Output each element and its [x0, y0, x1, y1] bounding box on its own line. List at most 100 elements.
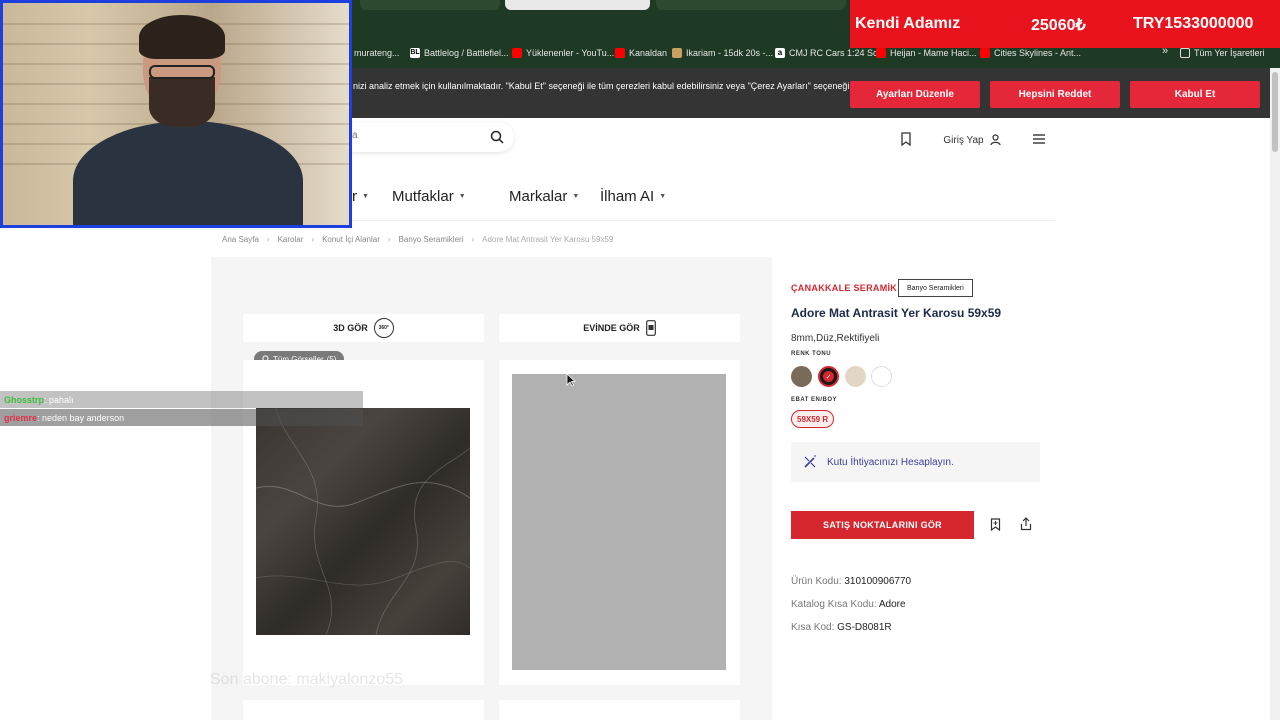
- check-icon: ✓: [823, 371, 834, 382]
- tile-image-dark[interactable]: [256, 408, 470, 635]
- menu-icon[interactable]: [1032, 133, 1046, 145]
- bookmark-item[interactable]: Yüklenenler - YouTu...: [512, 48, 614, 58]
- gallery-card[interactable]: [243, 700, 484, 720]
- scrollbar-thumb[interactable]: [1272, 72, 1278, 152]
- chat-text: : pahalı: [44, 394, 74, 405]
- cursor-arrow-icon: [566, 373, 576, 387]
- product-title: Adore Mat Antrasit Yer Karosu 59x59: [791, 306, 1002, 320]
- bookmark-label: Kanaldan: [629, 48, 668, 58]
- size-label: EBAT EN/BOY: [791, 397, 838, 403]
- product-code-row: Ürün Kodu: 310100906770: [791, 576, 911, 587]
- last-subscriber-watermark: Son abone: makiyalonzo55: [210, 671, 404, 688]
- webcam-overlay: [0, 0, 352, 228]
- box-calculator-button[interactable]: Kutu İhtiyacınızı Hesaplayın.: [791, 442, 1040, 482]
- bookmark-icon[interactable]: [900, 132, 912, 146]
- category-badge[interactable]: Banyo Seramikleri: [898, 279, 973, 297]
- all-bookmarks-folder[interactable]: Tüm Yer İşaretleri: [1180, 48, 1265, 58]
- cookie-settings-button[interactable]: Ayarları Düzenle: [850, 81, 980, 108]
- search-box: [340, 122, 514, 152]
- rotate-360-icon: 360°: [373, 318, 394, 338]
- breadcrumb-item[interactable]: Ana Sayfa: [222, 235, 259, 244]
- color-swatch-beige[interactable]: [845, 366, 866, 387]
- view-at-home-button[interactable]: EVİNDE GÖR: [499, 314, 740, 342]
- catalog-code-value: Adore: [878, 599, 906, 610]
- youtube-icon: [876, 48, 886, 58]
- breadcrumb-item[interactable]: Karolar: [278, 235, 304, 244]
- catalog-code-row: Katalog Kısa Kodu: Adore: [791, 599, 906, 610]
- chat-username: Ghosstrp: [4, 394, 45, 405]
- chat-username: griemre: [4, 412, 38, 423]
- bookmark-label: CMJ RC Cars 1:24 Sc...: [789, 48, 886, 58]
- breadcrumb: Ana Sayfa › Karolar › Konut İçi Alanlar › B…: [222, 235, 613, 244]
- bookmark-add-icon[interactable]: [990, 518, 1001, 531]
- bookmark-item[interactable]: Cities Skylines - Ant...: [980, 48, 1081, 58]
- color-swatch-brown[interactable]: [791, 366, 812, 387]
- nav-item-markalar[interactable]: Markalar ▼: [509, 188, 579, 205]
- color-swatch-white[interactable]: [871, 366, 892, 387]
- all-bookmarks-label: Tüm Yer İşaretleri: [1194, 48, 1265, 58]
- bookmark-label: Battlelog / Battlefiel...: [424, 48, 509, 58]
- browser-tab[interactable]: [656, 0, 846, 10]
- short-code-row: Kısa Kod: GS-D8081R: [791, 622, 892, 633]
- person-glasses: [149, 65, 215, 79]
- browser-tab-active[interactable]: [505, 0, 650, 10]
- nav-item-ilham-ai[interactable]: İlham AI ▼: [600, 188, 666, 205]
- view-3d-label: 3D GÖR: [333, 323, 368, 333]
- nav-item-mutfaklar[interactable]: Mutfaklar ▼: [392, 188, 466, 205]
- chat-message: Ghosstrp: pahalı: [0, 391, 363, 408]
- page-scrollbar[interactable]: [1270, 68, 1280, 720]
- color-label: RENK TONU: [791, 351, 832, 357]
- brand-name[interactable]: ÇANAKKALE SERAMİK: [791, 283, 897, 293]
- chevron-down-icon: ▼: [458, 193, 466, 200]
- nav-label: r: [352, 188, 357, 205]
- search-icon[interactable]: [490, 130, 504, 144]
- stream-promo-banner: Kendi Adamız 25060₺ TRY1533000000: [850, 0, 1280, 48]
- nav-item-partial[interactable]: r ▼: [352, 188, 369, 205]
- youtube-icon: [512, 48, 522, 58]
- login-button[interactable]: Giriş Yap: [932, 128, 1012, 152]
- chevron-down-icon: ▼: [362, 193, 369, 200]
- size-chip-selected[interactable]: 59X59 R: [791, 410, 835, 428]
- view-3d-button[interactable]: 3D GÖR 360°: [243, 314, 484, 342]
- bookmark-item[interactable]: Ikariam - 15dk 20s -...: [672, 48, 773, 58]
- user-icon: [989, 134, 1001, 146]
- folder-icon: [1180, 48, 1190, 58]
- color-swatch-anthracite-selected[interactable]: ✓: [818, 366, 839, 387]
- product-code-value: 310100906770: [844, 576, 912, 587]
- breadcrumb-item[interactable]: Banyo Seramikleri: [399, 235, 464, 244]
- amazon-icon: a: [775, 48, 785, 58]
- promo-price: 25060₺: [1031, 17, 1086, 34]
- cookie-accept-button[interactable]: Kabul Et: [1130, 81, 1260, 108]
- share-icon[interactable]: [1020, 517, 1032, 531]
- person-beard: [149, 77, 215, 127]
- bookmark-item[interactable]: Heijan - Mame Haci...: [876, 48, 977, 58]
- browser-tab[interactable]: [360, 0, 500, 10]
- bookmark-item[interactable]: BL Battlelog / Battlefiel...: [410, 48, 509, 58]
- gallery-card[interactable]: [499, 700, 740, 720]
- nav-label: Mutfaklar: [392, 188, 454, 205]
- phone-icon: [645, 320, 656, 336]
- short-code-value: GS-D8081R: [837, 622, 892, 633]
- bookmark-item[interactable]: murateng...: [354, 48, 400, 58]
- view-at-home-label: EVİNDE GÖR: [583, 323, 640, 333]
- search-input[interactable]: [352, 130, 482, 141]
- sales-points-button[interactable]: SATIŞ NOKTALARINI GÖR: [791, 511, 974, 539]
- breadcrumb-item[interactable]: Konut İçi Alanlar: [322, 235, 380, 244]
- marble-veins: [256, 408, 470, 635]
- youtube-icon: [980, 48, 990, 58]
- chevron-down-icon: ▼: [659, 193, 667, 200]
- bookmark-label: Heijan - Mame Haci...: [890, 48, 977, 58]
- promo-total: TRY1533000000: [1133, 15, 1254, 32]
- nav-label: Markalar: [509, 188, 568, 205]
- box-calculator-label: Kutu İhtiyacınızı Hesaplayın.: [827, 456, 954, 468]
- tile-image-placeholder[interactable]: [512, 374, 726, 670]
- magic-wand-icon: [804, 455, 816, 468]
- cookie-reject-button[interactable]: Hepsini Reddet: [990, 81, 1120, 108]
- bookmark-label: murateng...: [354, 48, 400, 58]
- breadcrumb-separator: ›: [266, 235, 270, 244]
- bookmark-label: Cities Skylines - Ant...: [994, 48, 1082, 58]
- battlelog-icon: BL: [410, 48, 420, 58]
- bookmark-item[interactable]: Kanaldan: [615, 48, 667, 58]
- bookmark-item[interactable]: a CMJ RC Cars 1:24 Sc...: [775, 48, 885, 58]
- chevron-down-icon: ▼: [572, 193, 580, 200]
